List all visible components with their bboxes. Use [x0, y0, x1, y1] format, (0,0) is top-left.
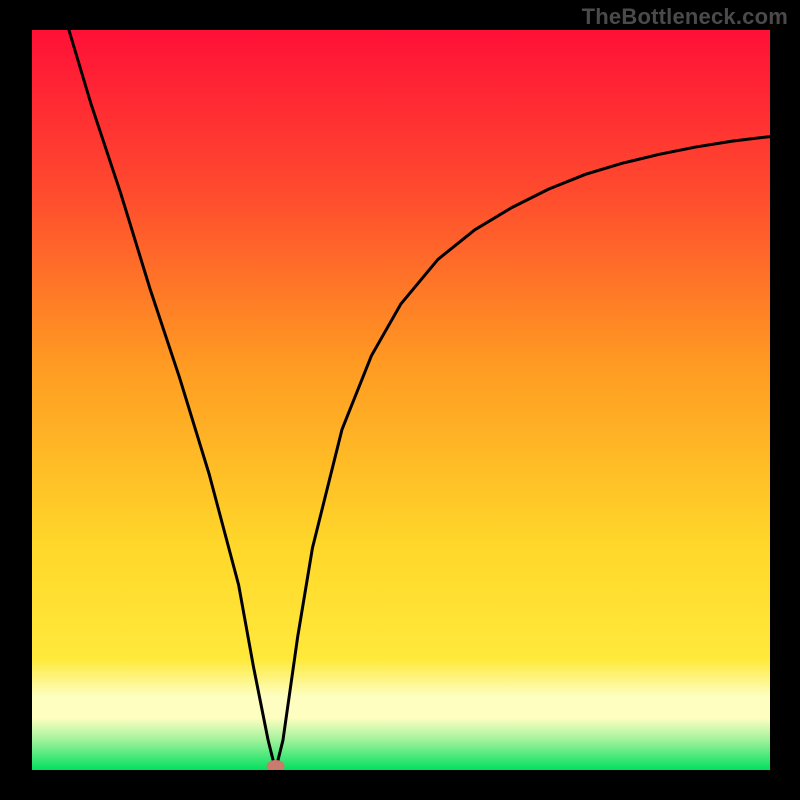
- plot-area: [32, 30, 770, 770]
- watermark-text: TheBottleneck.com: [582, 4, 788, 30]
- bottleneck-chart: [32, 30, 770, 770]
- gradient-background: [32, 30, 770, 770]
- chart-frame: TheBottleneck.com: [0, 0, 800, 800]
